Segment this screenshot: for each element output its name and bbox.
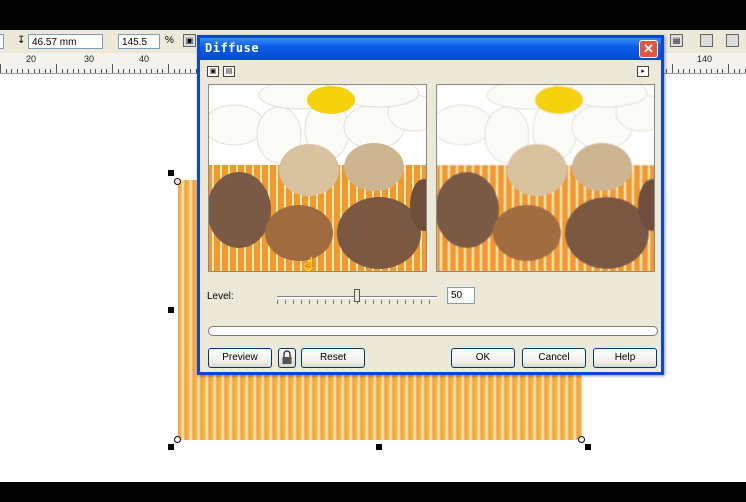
ruler-tick bbox=[734, 69, 735, 73]
expand-arrow-icon[interactable]: ▸ bbox=[637, 66, 649, 77]
ruler-tick bbox=[6, 69, 7, 73]
ruler-label: 140 bbox=[697, 54, 713, 64]
prev-field[interactable] bbox=[0, 34, 4, 49]
ruler-tick bbox=[717, 69, 718, 73]
ruler-tick bbox=[101, 69, 102, 73]
rotation-handle[interactable] bbox=[578, 436, 585, 443]
dialog-title: Diffuse bbox=[205, 41, 260, 55]
ruler-tick bbox=[722, 69, 723, 73]
ruler-tick bbox=[168, 64, 169, 73]
scale-field[interactable]: 145.5 bbox=[118, 34, 160, 49]
ruler-tick bbox=[106, 69, 107, 73]
height-icon: ↧ bbox=[17, 35, 26, 46]
ruler-tick bbox=[728, 64, 729, 73]
zoom-out-icon[interactable]: ▤ bbox=[223, 66, 235, 77]
hand-cursor-icon: ☝ bbox=[300, 256, 318, 272]
close-icon[interactable]: ✕ bbox=[639, 40, 658, 58]
top-letterbox bbox=[0, 0, 746, 30]
ruler-tick bbox=[179, 69, 180, 73]
level-slider-thumb[interactable] bbox=[354, 289, 360, 302]
lock-icon[interactable] bbox=[278, 348, 296, 368]
ruler-tick bbox=[84, 69, 85, 73]
ruler-tick bbox=[140, 69, 141, 73]
lock-ratio-icon[interactable]: ▣ bbox=[183, 34, 196, 47]
selection-handle[interactable] bbox=[168, 444, 174, 450]
result-preview[interactable] bbox=[436, 84, 655, 272]
ruler-tick bbox=[45, 69, 46, 73]
rotation-handle[interactable] bbox=[174, 436, 181, 443]
ok-button[interactable]: OK bbox=[451, 348, 515, 368]
zoom-in-icon[interactable]: ▣ bbox=[207, 66, 219, 77]
selection-handle[interactable] bbox=[168, 170, 174, 176]
ruler-tick bbox=[134, 69, 135, 73]
ruler-tick bbox=[190, 69, 191, 73]
ruler-tick bbox=[123, 69, 124, 73]
height-field[interactable]: 46.57 mm bbox=[28, 34, 103, 49]
ruler-tick bbox=[174, 69, 175, 73]
ruler-tick bbox=[50, 69, 51, 73]
ruler-tick bbox=[39, 69, 40, 73]
selection-handle[interactable] bbox=[585, 444, 591, 450]
diffuse-dialog: Diffuse ✕ ▣ ▤ ▸ ☝ Level: 50 Preview Rese… bbox=[197, 35, 664, 375]
ruler-tick bbox=[22, 69, 23, 73]
ruler-tick bbox=[146, 69, 147, 73]
ruler-tick bbox=[151, 69, 152, 73]
level-label: Level: bbox=[207, 291, 234, 302]
ruler-tick bbox=[185, 69, 186, 73]
selection-handle[interactable] bbox=[168, 307, 174, 313]
ruler-label: 20 bbox=[26, 54, 37, 64]
scale-unit: % bbox=[165, 35, 174, 46]
level-input[interactable]: 50 bbox=[447, 287, 475, 304]
cancel-button[interactable]: Cancel bbox=[522, 348, 586, 368]
ruler-tick bbox=[17, 69, 18, 73]
ruler-tick bbox=[62, 69, 63, 73]
ruler-tick bbox=[678, 69, 679, 73]
toolbar-icon[interactable]: ▤ bbox=[670, 34, 683, 47]
ruler-label: 40 bbox=[139, 54, 150, 64]
ruler-tick bbox=[162, 69, 163, 73]
ruler-tick bbox=[157, 69, 158, 73]
preview-button[interactable]: Preview bbox=[208, 348, 272, 368]
ruler-tick bbox=[666, 69, 667, 73]
ruler-tick bbox=[34, 69, 35, 73]
ruler-tick bbox=[118, 69, 119, 73]
toolbar-icon-2[interactable] bbox=[700, 34, 713, 47]
ruler-tick bbox=[689, 69, 690, 73]
ruler-tick bbox=[694, 69, 695, 73]
ruler-tick bbox=[11, 69, 12, 73]
ruler-tick bbox=[112, 64, 113, 73]
bottom-letterbox bbox=[0, 482, 746, 502]
toolbar-icon-3[interactable] bbox=[726, 34, 739, 47]
ruler-tick bbox=[683, 69, 684, 73]
help-button[interactable]: Help bbox=[593, 348, 657, 368]
ruler-label: 30 bbox=[84, 54, 95, 64]
ruler-tick bbox=[739, 69, 740, 73]
dialog-titlebar[interactable]: Diffuse ✕ bbox=[200, 38, 661, 60]
ruler-tick bbox=[67, 69, 68, 73]
rotation-handle[interactable] bbox=[174, 178, 181, 185]
original-preview[interactable] bbox=[208, 84, 427, 272]
progress-bar bbox=[208, 326, 658, 336]
reset-button[interactable]: Reset bbox=[301, 348, 365, 368]
ruler-tick bbox=[0, 64, 1, 73]
ruler-tick bbox=[706, 69, 707, 73]
ruler-tick bbox=[28, 69, 29, 73]
ruler-tick bbox=[78, 69, 79, 73]
drawing-app: ↧ 46.57 mm 145.5 % ▣ ▤ 20 30 40 140 Diff… bbox=[0, 30, 746, 482]
ruler-tick bbox=[95, 69, 96, 73]
ruler-tick bbox=[711, 69, 712, 73]
ruler-tick bbox=[129, 69, 130, 73]
ruler-tick bbox=[700, 69, 701, 73]
ruler-tick bbox=[90, 69, 91, 73]
ruler-tick bbox=[672, 64, 673, 73]
ruler-tick bbox=[56, 64, 57, 73]
ruler-tick bbox=[73, 69, 74, 73]
selection-handle[interactable] bbox=[376, 444, 382, 450]
